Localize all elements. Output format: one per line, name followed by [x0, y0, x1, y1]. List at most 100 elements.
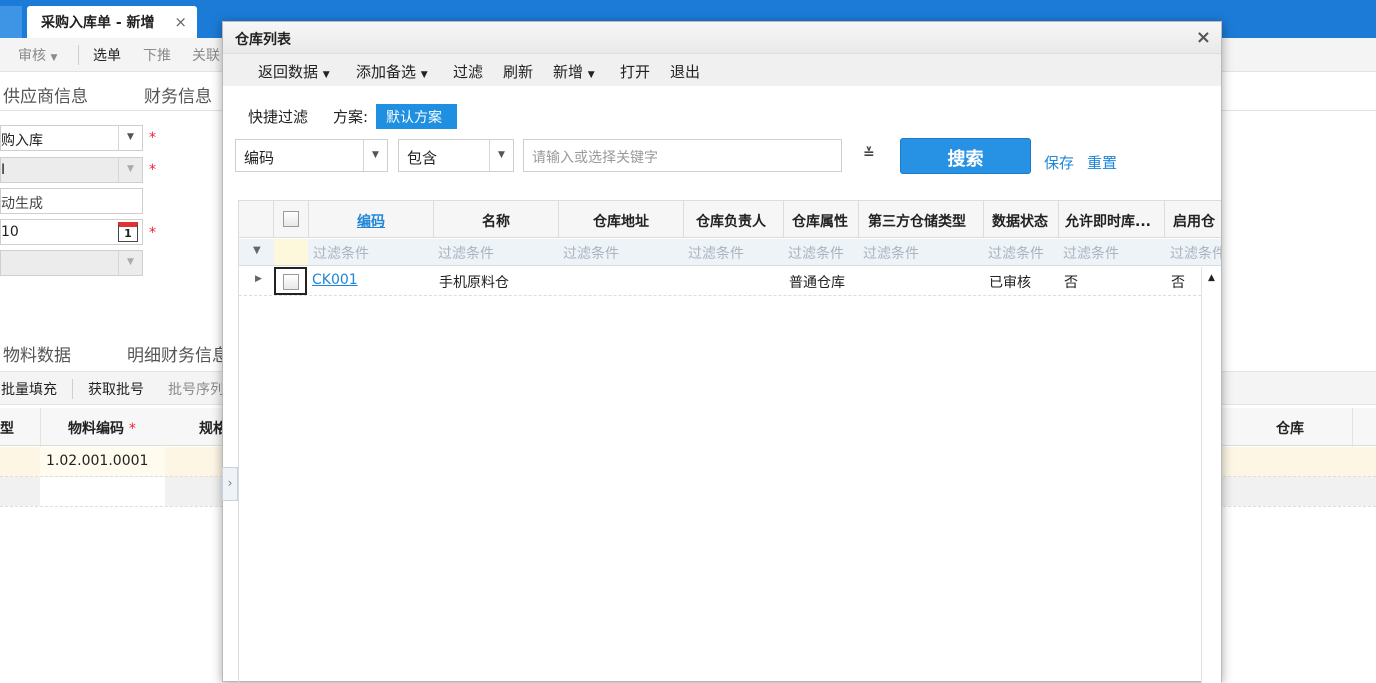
table-row[interactable]: ▶ CK001 手机原料仓 普通仓库 已审核 否 否 [239, 267, 1201, 296]
quick-filter-label: 快捷过滤 [248, 108, 309, 126]
col-name[interactable]: 名称 [482, 211, 510, 231]
col-code[interactable]: 编码 [357, 211, 385, 231]
exit-button[interactable]: 退出 [670, 61, 700, 82]
default-scheme-button[interactable]: 默认方案 [376, 104, 457, 129]
filter-cell-status[interactable]: 过滤条件 [988, 243, 1044, 263]
required-mark: * [149, 130, 156, 146]
bill-type-field[interactable]: 购入库 ▼ [0, 125, 143, 151]
required-mark: * [149, 162, 156, 178]
filter-cell-manager[interactable]: 过滤条件 [688, 243, 744, 263]
filter-operator-select[interactable]: 包含 ▼ [398, 139, 514, 172]
row-checkbox-cell[interactable] [274, 267, 307, 295]
col-divider [858, 201, 859, 238]
col-divider [1058, 201, 1059, 238]
filter-cell-enable[interactable]: 过滤条件 [1170, 243, 1221, 263]
row-checkbox[interactable] [283, 274, 299, 290]
date-field[interactable]: 10 1 [0, 219, 143, 245]
material-code-cell[interactable]: 1.02.001.0001 [40, 447, 165, 476]
col-type: 型 [0, 421, 14, 437]
dropdown-arrow-icon: ▼ [50, 53, 58, 63]
bill-type-value: 购入库 [1, 133, 43, 149]
filter-funnel-icon[interactable]: ▼ [253, 245, 261, 256]
get-lot-button[interactable]: 获取批号 [88, 379, 144, 399]
filter-cell-third-party[interactable]: 过滤条件 [863, 243, 919, 263]
col-allow-instant[interactable]: 允许即时库... [1065, 211, 1151, 231]
refresh-button[interactable]: 刷新 [503, 61, 533, 82]
warehouse-grid: 编码 名称 仓库地址 仓库负责人 仓库属性 第三方仓储类型 数据状态 允许即时库… [238, 200, 1221, 683]
required-mark: * [149, 225, 156, 241]
dialog-title-bar[interactable]: 仓库列表 × [223, 22, 1221, 54]
select-bill-button[interactable]: 选单 [93, 45, 121, 65]
col-divider [558, 201, 559, 238]
filter-button[interactable]: 过滤 [453, 61, 483, 82]
dropdown-arrow-icon: ▼ [420, 70, 428, 80]
chevron-down-icon[interactable]: ▼ [363, 140, 387, 171]
return-data-button[interactable]: 返回数据 ▼ [258, 61, 330, 82]
tab-finance-info[interactable]: 财务信息 [144, 82, 212, 107]
add-alternate-label: 添加备选 [356, 63, 417, 81]
table-cell [1222, 477, 1376, 506]
tab-detail-finance[interactable]: 明细财务信息 [127, 341, 229, 366]
col-divider [783, 201, 784, 238]
new-label: 新增 [553, 63, 584, 81]
filter-cell-name[interactable]: 过滤条件 [438, 243, 494, 263]
calendar-icon[interactable]: 1 [118, 222, 138, 242]
dialog-toolbar: 返回数据 ▼ 添加备选 ▼ 过滤 刷新 新增 ▼ 打开 退出 [223, 54, 1221, 86]
required-mark: * [128, 421, 136, 437]
expand-filter-icon[interactable]: ≚ [863, 146, 875, 162]
open-button[interactable]: 打开 [620, 61, 650, 82]
dropdown-arrow-icon: ▼ [587, 70, 595, 80]
return-data-label: 返回数据 [258, 63, 319, 81]
save-link[interactable]: 保存 [1044, 152, 1074, 173]
cell-code[interactable]: CK001 [312, 272, 358, 288]
cell-allow-instant: 否 [1064, 275, 1078, 291]
keyword-input[interactable]: 请输入或选择关键字 [523, 139, 842, 172]
col-warehouse: 仓库 [1276, 421, 1304, 437]
filter-cell-code[interactable]: 过滤条件 [313, 243, 369, 263]
col-manager[interactable]: 仓库负责人 [696, 211, 766, 231]
col-attribute[interactable]: 仓库属性 [792, 211, 848, 231]
bill-no-field[interactable]: 动生成 [0, 188, 143, 214]
warehouse-list-dialog: 仓库列表 × 返回数据 ▼ 添加备选 ▼ 过滤 刷新 新增 ▼ 打开 退出 快捷… [222, 21, 1222, 683]
filter-field-select[interactable]: 编码 ▼ [235, 139, 388, 172]
tab-material-data[interactable]: 物料数据 [3, 341, 71, 366]
search-button[interactable]: 搜索 [900, 138, 1031, 174]
col-divider [433, 201, 434, 238]
tab-supplier-info[interactable]: 供应商信息 [3, 82, 88, 107]
grid-header: 编码 名称 仓库地址 仓库负责人 仓库属性 第三方仓储类型 数据状态 允许即时库… [239, 200, 1221, 238]
dropdown-arrow-icon: ▼ [322, 70, 330, 80]
scroll-up-icon[interactable]: ▲ [1208, 273, 1215, 283]
filter-cell-address[interactable]: 过滤条件 [563, 243, 619, 263]
row-expand-icon[interactable]: ▶ [255, 274, 262, 284]
filter-operator-value: 包含 [407, 149, 438, 167]
filter-cell-allow-instant[interactable]: 过滤条件 [1063, 243, 1119, 263]
toolbar-divider [72, 379, 73, 399]
col-enable[interactable]: 启用仓 [1173, 211, 1215, 231]
select-all-checkbox[interactable] [283, 211, 299, 227]
tab-purchase-inbound-new[interactable]: 采购入库单 - 新增 × [27, 6, 197, 38]
new-button[interactable]: 新增 ▼ [553, 61, 595, 82]
push-down-button[interactable]: 下推 [143, 45, 171, 65]
previous-tab-stub[interactable] [0, 6, 22, 38]
tab-close-icon[interactable]: × [174, 13, 187, 31]
col-divider [40, 408, 41, 447]
dialog-title: 仓库列表 [235, 32, 291, 48]
filter-cell-attribute[interactable]: 过滤条件 [788, 243, 844, 263]
col-third-party-type[interactable]: 第三方仓储类型 [868, 211, 966, 231]
add-alternate-button[interactable]: 添加备选 ▼ [356, 61, 428, 82]
col-address[interactable]: 仓库地址 [593, 211, 649, 231]
collapse-panel-handle[interactable]: › [222, 467, 238, 501]
link-button[interactable]: 关联 [192, 45, 220, 65]
col-material-code: 物料编码 * [68, 418, 136, 438]
audit-button[interactable]: 审核 ▼ [18, 45, 57, 65]
chevron-down-icon[interactable]: ▼ [489, 140, 513, 171]
lot-serial-button[interactable]: 批号序列 [168, 379, 224, 399]
reset-link[interactable]: 重置 [1087, 152, 1117, 173]
batch-fill-button[interactable]: 批量填充 [1, 379, 57, 399]
vertical-scrollbar[interactable]: ▲ [1201, 267, 1221, 683]
close-icon[interactable]: × [1196, 27, 1211, 48]
col-divider [1164, 201, 1165, 238]
col-data-status[interactable]: 数据状态 [992, 211, 1048, 231]
chevron-down-icon[interactable]: ▼ [118, 126, 142, 150]
table-cell [0, 477, 40, 506]
